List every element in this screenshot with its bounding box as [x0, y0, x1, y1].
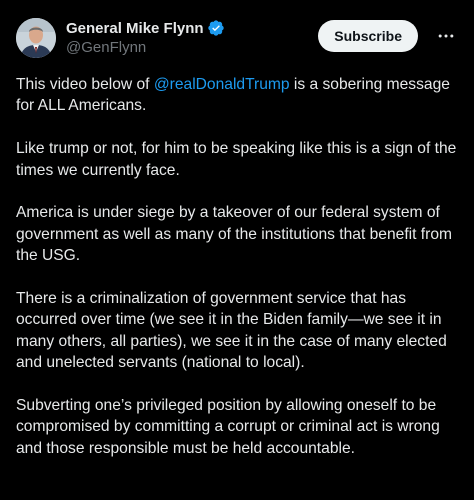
paragraph-1-start: This video below of	[16, 76, 154, 93]
profile-avatar-image	[16, 18, 56, 58]
paragraph-3: America is under siege by a takeover of …	[16, 204, 452, 265]
display-name[interactable]: General Mike Flynn	[66, 20, 204, 37]
verified-badge-icon[interactable]	[207, 19, 225, 37]
paragraph-1: This video below of @realDonaldTrump is …	[16, 74, 458, 117]
name-row: General Mike Flynn	[66, 18, 225, 38]
tweet-text: This video below of @realDonaldTrump is …	[16, 74, 458, 459]
tweet: General Mike Flynn @GenFlynn Subscribe T…	[0, 0, 474, 500]
avatar[interactable]	[16, 18, 56, 58]
paragraph-5: Subverting one’s privileged position by …	[16, 397, 440, 457]
author-identity: General Mike Flynn @GenFlynn	[66, 18, 225, 56]
more-horizontal-icon[interactable]	[434, 24, 458, 48]
paragraph-2: Like trump or not, for him to be speakin…	[16, 140, 457, 179]
tweet-header: General Mike Flynn @GenFlynn Subscribe	[16, 16, 458, 60]
subscribe-button[interactable]: Subscribe	[318, 20, 418, 52]
mention-link[interactable]: @realDonaldTrump	[154, 76, 290, 93]
handle[interactable]: @GenFlynn	[66, 39, 225, 56]
paragraph-4: There is a criminalization of government…	[16, 290, 447, 372]
